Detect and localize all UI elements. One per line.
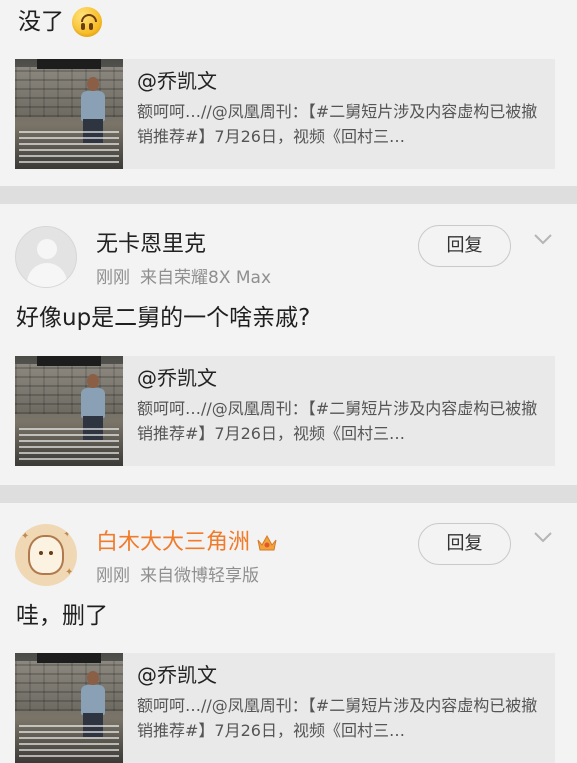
- repost-username[interactable]: @乔凯文: [137, 66, 555, 96]
- username-text[interactable]: 无卡恩里克: [96, 230, 206, 260]
- repost-snippet: 额呵呵…//@凤凰周刊：【#二舅短片涉及内容虚构已被撤销推荐#】7月26日，视频…: [137, 399, 538, 443]
- repost-username[interactable]: @乔凯文: [137, 660, 555, 690]
- username-text[interactable]: 白木大大三角洲: [96, 528, 250, 558]
- repost-card[interactable]: @乔凯文 额呵呵…//@凤凰周刊：【#二舅短片涉及内容虚构已被撤销推荐#】7月2…: [15, 356, 555, 466]
- comment-time: 刚刚: [96, 268, 130, 288]
- comment-feed: 没了 @乔凯文 额呵呵…//@凤凰周刊：【#二舅短片涉及内容虚构已被撤销推荐#】…: [0, 0, 577, 763]
- repost-card[interactable]: @乔凯文 额呵呵…//@凤凰周刊：【#二舅短片涉及内容虚构已被撤销推荐#】7月2…: [15, 653, 555, 763]
- section-divider: [0, 485, 577, 503]
- comment-time: 刚刚: [96, 566, 130, 586]
- comment-username[interactable]: 无卡恩里克: [96, 230, 206, 260]
- chevron-down-icon[interactable]: [534, 531, 552, 543]
- comment-body: 没了: [18, 9, 64, 35]
- comment-text: 没了: [18, 6, 102, 38]
- repost-username[interactable]: @乔凯文: [137, 363, 555, 393]
- crown-badge-icon: [257, 534, 277, 551]
- comment-meta: 刚刚 来自微博轻享版: [96, 564, 259, 588]
- comment-body: 好像up是二舅的一个啥亲戚?: [16, 305, 311, 331]
- comment-source: 来自微博轻享版: [140, 566, 259, 586]
- upside-down-face-icon: [72, 7, 102, 37]
- avatar[interactable]: ✦ ✦ ✦: [15, 524, 77, 586]
- video-thumbnail[interactable]: [15, 356, 123, 466]
- comment-meta: 刚刚 来自荣耀8X Max: [96, 266, 271, 290]
- repost-snippet: 额呵呵…//@凤凰周刊：【#二舅短片涉及内容虚构已被撤销推荐#】7月26日，视频…: [137, 696, 538, 740]
- chevron-down-icon[interactable]: [534, 233, 552, 245]
- reply-button[interactable]: 回复: [418, 225, 511, 267]
- repost-snippet: 额呵呵…//@凤凰周刊：【#二舅短片涉及内容虚构已被撤销推荐#】7月26日，视频…: [137, 102, 538, 146]
- comment-body: 哇，删了: [16, 603, 108, 629]
- video-thumbnail[interactable]: [15, 59, 123, 169]
- section-divider: [0, 186, 577, 204]
- video-thumbnail[interactable]: [15, 653, 123, 763]
- comment-source: 来自荣耀8X Max: [140, 268, 272, 288]
- comment-username[interactable]: 白木大大三角洲: [96, 528, 278, 558]
- avatar[interactable]: [15, 226, 77, 288]
- repost-card[interactable]: @乔凯文 额呵呵…//@凤凰周刊：【#二舅短片涉及内容虚构已被撤销推荐#】7月2…: [15, 59, 555, 169]
- reply-button[interactable]: 回复: [418, 523, 511, 565]
